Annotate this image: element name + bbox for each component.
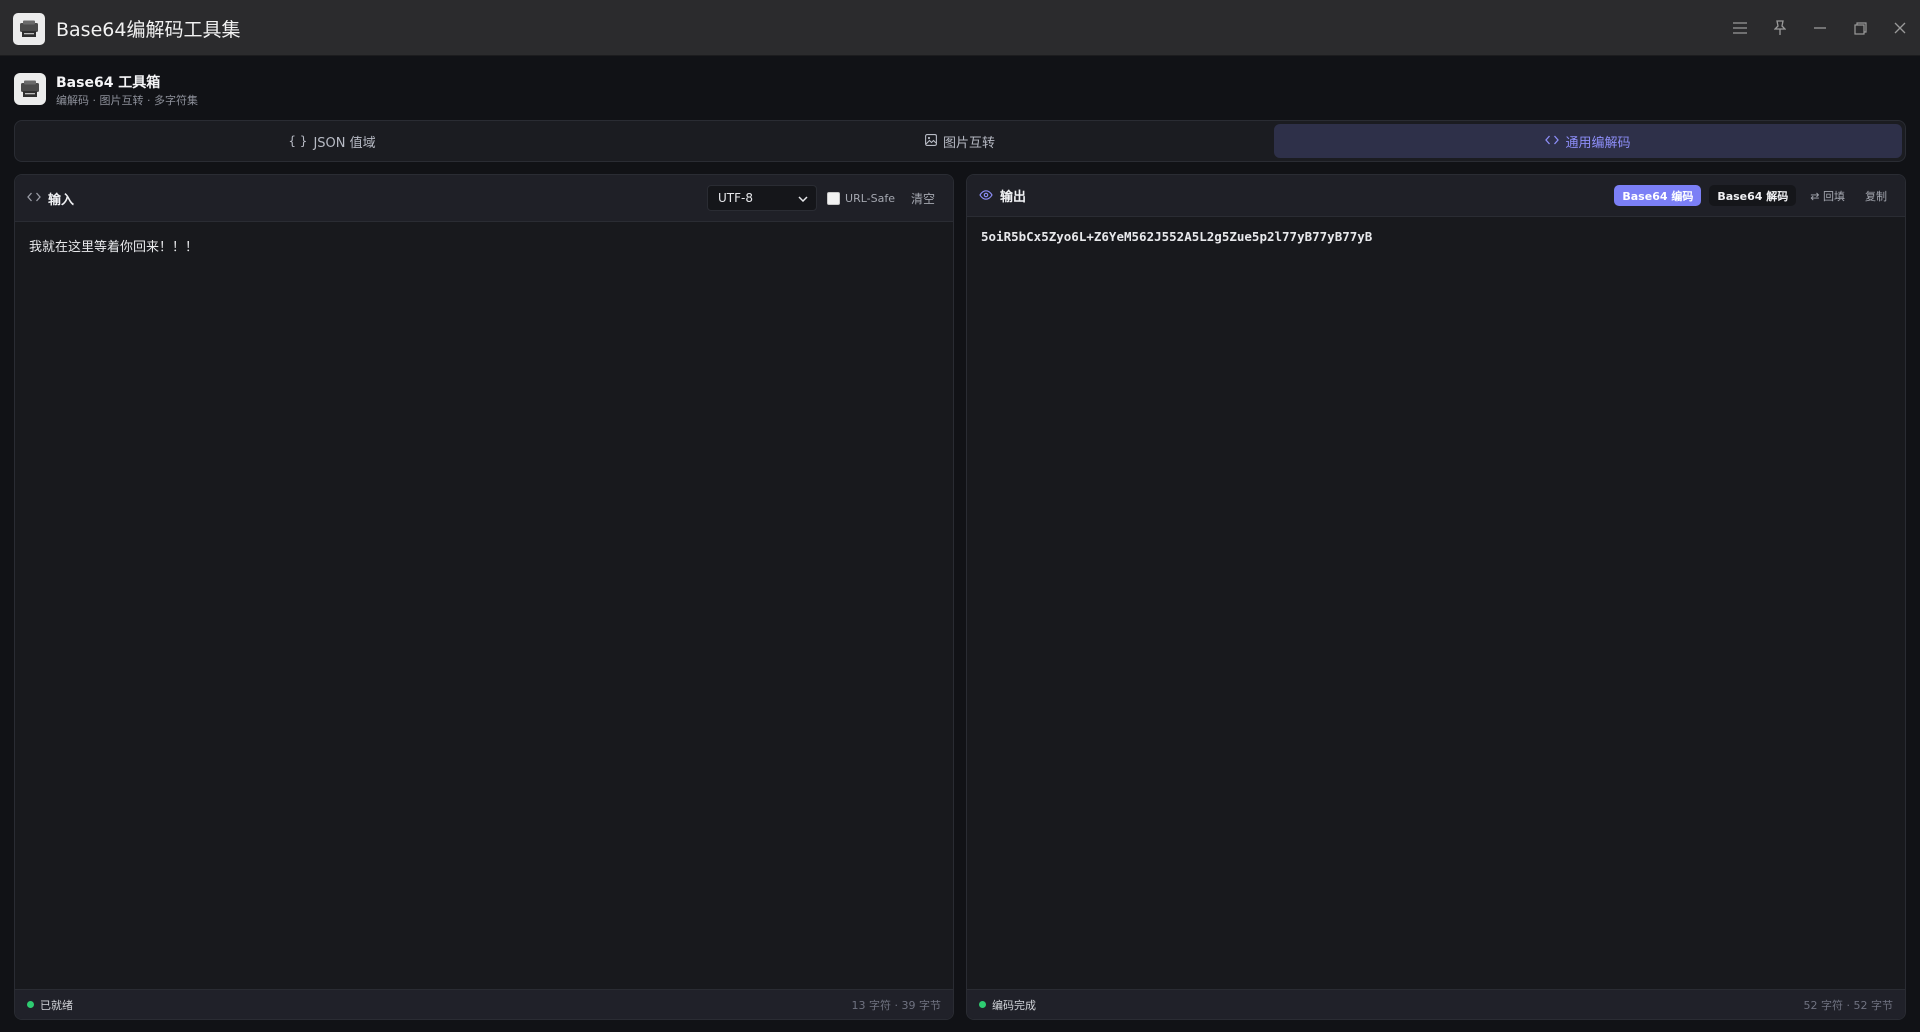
output-footer: 编码完成 52 字符 · 52 字节 bbox=[967, 989, 1905, 1019]
tab-label: 图片互转 bbox=[942, 135, 995, 151]
tab-image[interactable]: 图片互转 bbox=[646, 124, 1274, 158]
input-panel-header: 输入 UTF-8 URL-Safe 清空 bbox=[15, 175, 953, 222]
restore-icon[interactable] bbox=[1840, 0, 1880, 56]
copy-button[interactable]: 复制 bbox=[1859, 188, 1893, 204]
tab-json[interactable]: { } JSON 值域 bbox=[18, 124, 646, 158]
input-title: 输入 bbox=[27, 189, 74, 208]
input-stats: 13 字符 · 39 字节 bbox=[851, 998, 941, 1012]
url-safe-toggle[interactable]: URL-Safe bbox=[827, 191, 895, 205]
eye-icon bbox=[979, 189, 993, 203]
minimize-icon[interactable] bbox=[1800, 0, 1840, 56]
output-status-text: 编码完成 bbox=[992, 998, 1036, 1012]
window-title: Base64编解码工具集 bbox=[56, 19, 241, 41]
input-footer: 已就绪 13 字符 · 39 字节 bbox=[15, 989, 953, 1019]
chevron-down-icon bbox=[798, 191, 808, 205]
braces-icon: { } bbox=[288, 134, 308, 148]
menu-icon[interactable] bbox=[1720, 0, 1760, 56]
input-tools: UTF-8 URL-Safe 清空 bbox=[707, 185, 941, 211]
status-dot bbox=[979, 1001, 986, 1008]
input-panel: 输入 UTF-8 URL-Safe 清空 我就在这里等着你回来！！！ 已就绪 1… bbox=[14, 174, 954, 1020]
image-icon bbox=[925, 133, 937, 149]
input-text: 我就在这里等着你回来！！！ bbox=[29, 240, 199, 255]
base64-decode-button[interactable]: Base64 解码 bbox=[1709, 185, 1797, 206]
output-status: 编码完成 bbox=[979, 997, 1036, 1013]
window-titlebar[interactable]: Base64编解码工具集 bbox=[0, 0, 1920, 56]
status-dot bbox=[27, 1001, 34, 1008]
brand-logo bbox=[14, 73, 46, 105]
output-title-label: 输出 bbox=[1000, 190, 1027, 205]
output-title: 输出 bbox=[979, 186, 1026, 205]
url-safe-checkbox[interactable] bbox=[827, 191, 841, 205]
tab-label: JSON 值域 bbox=[313, 135, 376, 151]
tab-bar: { } JSON 值域 图片互转 通用编解码 bbox=[14, 120, 1906, 162]
app-icon bbox=[13, 13, 45, 45]
tab-general-codec[interactable]: 通用编解码 bbox=[1274, 124, 1902, 158]
clear-button[interactable]: 清空 bbox=[905, 190, 941, 207]
output-panel-header: 输出 Base64 编码 Base64 解码 ⇄ 回填 复制 bbox=[967, 175, 1905, 217]
url-safe-label: URL-Safe bbox=[845, 191, 895, 205]
pin-icon[interactable] bbox=[1760, 0, 1800, 56]
output-tools: Base64 编码 Base64 解码 ⇄ 回填 复制 bbox=[1614, 185, 1893, 206]
input-textarea[interactable]: 我就在这里等着你回来！！！ bbox=[15, 222, 953, 269]
output-panel: 输出 Base64 编码 Base64 解码 ⇄ 回填 复制 5oiR5bCx5… bbox=[966, 174, 1906, 1020]
tab-label: 通用编解码 bbox=[1565, 135, 1631, 151]
charset-select[interactable]: UTF-8 bbox=[707, 185, 818, 211]
input-status: 已就绪 bbox=[27, 997, 73, 1013]
code-icon bbox=[1545, 134, 1560, 148]
charset-value: UTF-8 bbox=[718, 191, 753, 205]
brand-subtitle: 编解码 · 图片互转 · 多字符集 bbox=[56, 94, 198, 107]
backfill-button[interactable]: ⇄ 回填 bbox=[1804, 188, 1851, 204]
output-text: 5oiR5bCx5Zyo6L+Z6YeM562J552A5L2g5Zue5p2l… bbox=[981, 229, 1373, 244]
output-stats: 52 字符 · 52 字节 bbox=[1803, 998, 1893, 1012]
input-status-text: 已就绪 bbox=[40, 998, 73, 1012]
brand-name: Base64 工具箱 bbox=[56, 75, 161, 91]
input-title-label: 输入 bbox=[48, 192, 75, 208]
base64-encode-button[interactable]: Base64 编码 bbox=[1614, 185, 1702, 206]
code-icon bbox=[27, 191, 41, 205]
window-controls bbox=[1720, 0, 1920, 56]
output-textarea[interactable]: 5oiR5bCx5Zyo6L+Z6YeM562J552A5L2g5Zue5p2l… bbox=[967, 217, 1905, 256]
close-icon[interactable] bbox=[1880, 0, 1920, 56]
